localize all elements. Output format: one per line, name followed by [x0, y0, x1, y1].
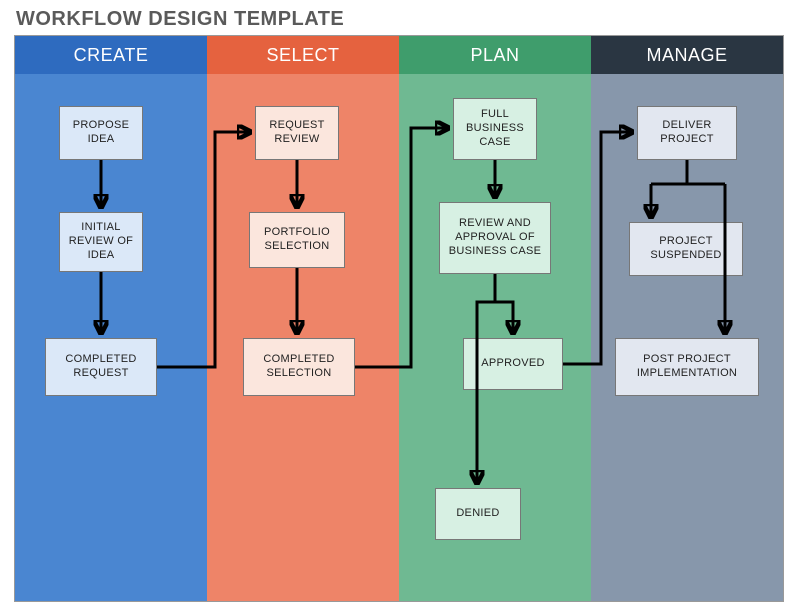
node-review-approval: REVIEW AND APPROVAL OF BUSINESS CASE	[439, 202, 551, 274]
node-project-suspended: PROJECT SUSPENDED	[629, 222, 743, 276]
node-deliver-project: DELIVER PROJECT	[637, 106, 737, 160]
lane-create-header: CREATE	[15, 36, 207, 74]
node-portfolio-selection: PORTFOLIO SELECTION	[249, 212, 345, 268]
node-initial-review: INITIAL REVIEW OF IDEA	[59, 212, 143, 272]
lane-select-header: SELECT	[207, 36, 399, 74]
node-request-review: REQUEST REVIEW	[255, 106, 339, 160]
node-propose-idea: PROPOSE IDEA	[59, 106, 143, 160]
page-title: WORKFLOW DESIGN TEMPLATE	[16, 8, 782, 31]
lane-plan-header: PLAN	[399, 36, 591, 74]
node-denied: DENIED	[435, 488, 521, 540]
lane-manage-header: MANAGE	[591, 36, 783, 74]
node-post-project-impl: POST PROJECT IMPLEMENTATION	[615, 338, 759, 396]
node-completed-request: COMPLETED REQUEST	[45, 338, 157, 396]
workflow-board: CREATE SELECT PLAN MANAGE PROPOSE IDEA I…	[14, 35, 784, 602]
node-full-business-case: FULL BUSINESS CASE	[453, 98, 537, 160]
node-completed-selection: COMPLETED SELECTION	[243, 338, 355, 396]
node-approved: APPROVED	[463, 338, 563, 390]
page: WORKFLOW DESIGN TEMPLATE CREATE SELECT P…	[0, 0, 796, 611]
